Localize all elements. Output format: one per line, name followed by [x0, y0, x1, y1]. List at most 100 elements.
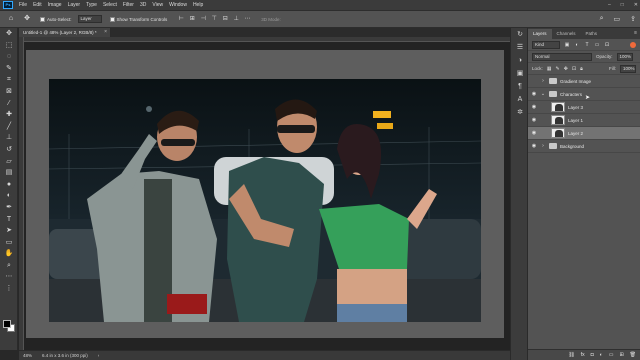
chevron-right-icon[interactable]: ›	[540, 78, 546, 84]
filter-pixel-icon[interactable]: ▣	[564, 42, 570, 48]
frame-icon[interactable]: ⊠	[0, 86, 18, 98]
more-tools-icon[interactable]: ⋯	[0, 271, 18, 283]
eye-icon[interactable]: ◉	[528, 130, 540, 136]
lock-transparent-icon[interactable]: ▦	[547, 66, 552, 72]
brush-icon[interactable]: ╱	[0, 121, 18, 133]
new-group-icon[interactable]: ▭	[609, 352, 614, 358]
eye-icon[interactable]: ◉	[528, 143, 540, 149]
maximize-icon[interactable]: □	[621, 2, 624, 8]
close-icon[interactable]: ✕	[634, 2, 638, 8]
adjustments-icon[interactable]: ◑	[511, 54, 529, 67]
zoom-level[interactable]: 48%	[23, 353, 32, 358]
layer-row-layer-2[interactable]: ◉ Layer 2	[528, 127, 640, 140]
menu-help[interactable]: Help	[190, 2, 206, 8]
lock-position-icon[interactable]: ✥	[564, 66, 568, 72]
filter-adjustment-icon[interactable]: ◐	[574, 42, 580, 48]
share-icon[interactable]: ⇪	[630, 15, 636, 23]
eye-icon[interactable]: ◉	[528, 104, 540, 110]
eyedropper-icon[interactable]: ⁄	[0, 98, 18, 110]
tab-channels[interactable]: Channels	[552, 29, 581, 39]
trash-icon[interactable]: 🗑︎	[630, 352, 636, 358]
properties-icon[interactable]: ☰	[511, 41, 529, 54]
quick-select-icon[interactable]: ✎	[0, 63, 18, 75]
layer-style-icon[interactable]: fx	[581, 352, 585, 358]
layer-row-gradient-image[interactable]: › Gradient Image	[528, 75, 640, 88]
marquee-icon[interactable]: ⬚	[0, 40, 18, 52]
zoom-icon[interactable]: ⌕	[0, 260, 18, 272]
filter-smart-object-icon[interactable]: ⊡	[604, 42, 610, 48]
opacity-input[interactable]: 100%	[616, 52, 633, 61]
history-brush-icon[interactable]: ↺	[0, 144, 18, 156]
glyphs-icon[interactable]: ✲	[511, 106, 529, 119]
menu-file[interactable]: File	[16, 2, 30, 8]
hand-icon[interactable]: ✋	[0, 248, 18, 260]
type-icon[interactable]: T	[0, 214, 18, 226]
workspace-icon[interactable]: ▭	[614, 15, 621, 23]
minimize-icon[interactable]: –	[608, 2, 611, 8]
path-select-icon[interactable]: ➤	[0, 225, 18, 237]
composite-photo[interactable]	[49, 79, 481, 322]
menu-edit[interactable]: Edit	[30, 2, 45, 8]
align-center-h-icon[interactable]: ⊞	[188, 15, 196, 23]
menu-layer[interactable]: Layer	[65, 2, 84, 8]
chevron-down-icon[interactable]: ⌄	[540, 91, 546, 97]
blend-mode-dropdown[interactable]: Normal	[532, 52, 592, 61]
move-tool-icon[interactable]: ✥	[22, 14, 32, 24]
character-icon[interactable]: A	[511, 93, 529, 106]
panel-menu-icon[interactable]: ≡	[634, 30, 637, 36]
align-left-icon[interactable]: ⊢	[177, 15, 185, 23]
layer-row-layer-3[interactable]: ◉ Layer 3	[528, 101, 640, 114]
edit-toolbar-icon[interactable]: ⋮	[0, 283, 18, 295]
lock-all-icon[interactable]: 🔒︎	[580, 66, 583, 72]
menu-window[interactable]: Window	[166, 2, 190, 8]
lock-artboard-icon[interactable]: ⊡	[572, 66, 576, 72]
document-size[interactable]: 6.4 in x 3.6 in (300 ppi)	[42, 353, 88, 358]
dodge-icon[interactable]: ◐	[0, 190, 18, 202]
gradient-icon[interactable]: ▤	[0, 167, 18, 179]
menu-image[interactable]: Image	[45, 2, 65, 8]
search-icon[interactable]: ⌕	[600, 15, 604, 23]
tab-paths[interactable]: Paths	[581, 29, 603, 39]
lasso-icon[interactable]: ◌	[0, 51, 18, 63]
lock-image-icon[interactable]: ✎	[556, 66, 560, 72]
new-layer-icon[interactable]: ⊞	[619, 352, 623, 358]
link-layers-icon[interactable]: ⛓	[568, 352, 574, 358]
menu-type[interactable]: Type	[83, 2, 100, 8]
filter-shape-icon[interactable]: ▭	[594, 42, 600, 48]
history-icon[interactable]: ↻	[511, 28, 529, 41]
move-icon[interactable]: ✥	[0, 28, 18, 40]
crop-icon[interactable]: ⌗	[0, 74, 18, 86]
filter-type-icon[interactable]: T	[584, 42, 590, 48]
libraries-icon[interactable]: ▣	[511, 67, 529, 80]
filter-toggle-icon[interactable]	[630, 41, 636, 48]
tab-layers[interactable]: Layers	[528, 29, 552, 39]
menu-view[interactable]: View	[149, 2, 166, 8]
distribute-icon[interactable]: ⋯	[243, 15, 251, 23]
fill-input[interactable]: 100%	[620, 64, 636, 73]
layer-row-background[interactable]: ◉ › Background	[528, 140, 640, 153]
filter-kind-dropdown[interactable]: Kind	[532, 40, 560, 49]
menu-3d[interactable]: 3D	[137, 2, 149, 8]
menu-select[interactable]: Select	[100, 2, 120, 8]
tab-close-icon[interactable]: ×	[104, 28, 107, 37]
foreground-color-swatch[interactable]	[3, 320, 11, 328]
document-tab[interactable]: Untitled-1 @ 48% (Layer 2, RGB/8) * ×	[19, 28, 111, 37]
auto-select-checkbox[interactable]	[40, 16, 45, 22]
align-right-icon[interactable]: ⊣	[199, 15, 207, 23]
blur-icon[interactable]: ●	[0, 179, 18, 191]
home-icon[interactable]: ⌂	[6, 14, 16, 24]
show-transform-checkbox[interactable]	[109, 16, 115, 22]
paragraph-icon[interactable]: ¶	[511, 80, 529, 93]
pen-icon[interactable]: ✒	[0, 202, 18, 214]
add-mask-icon[interactable]: ◘	[591, 352, 594, 358]
healing-icon[interactable]: ✚	[0, 109, 18, 121]
align-top-icon[interactable]: ⊤	[210, 15, 218, 23]
layer-row-layer-1[interactable]: ◉ Layer 1	[528, 114, 640, 127]
align-bottom-icon[interactable]: ⊥	[232, 15, 240, 23]
align-middle-v-icon[interactable]: ⊟	[221, 15, 229, 23]
chevron-right-icon[interactable]: ›	[540, 143, 546, 149]
status-arrow-icon[interactable]: ›	[98, 353, 100, 358]
eye-icon[interactable]: ◉	[528, 117, 540, 123]
layer-row-characters[interactable]: ◉ ⌄ Characters ➤	[528, 88, 640, 101]
eraser-icon[interactable]: ▱	[0, 156, 18, 168]
